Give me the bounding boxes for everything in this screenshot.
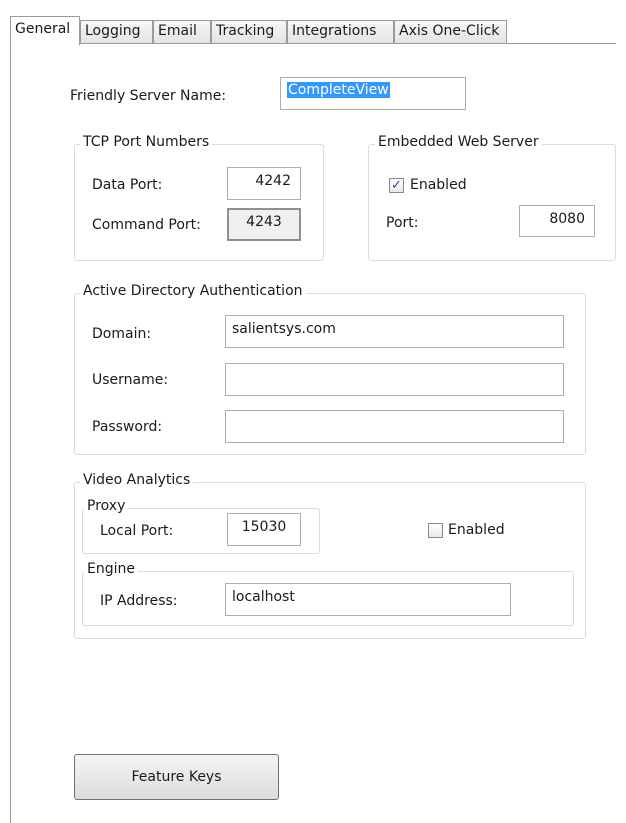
domain-label: Domain: — [92, 326, 152, 342]
tab-label: Integrations — [292, 23, 377, 39]
friendly-server-name-field[interactable]: CompleteView — [280, 77, 466, 110]
web-server-enabled-label: Enabled — [410, 177, 467, 193]
friendly-server-name-label: Friendly Server Name: — [70, 88, 227, 104]
web-server-port-label: Port: — [386, 215, 419, 231]
tab-axis-one-click[interactable]: Axis One-Click — [394, 20, 507, 44]
active-directory-title: Active Directory Authentication — [80, 283, 306, 299]
username-field[interactable] — [225, 363, 564, 396]
video-analytics-enabled-label: Enabled — [448, 522, 505, 538]
tab-label: Tracking — [216, 23, 275, 39]
command-port-label: Command Port: — [92, 217, 201, 233]
tab-logging[interactable]: Logging — [80, 20, 153, 44]
proxy-title: Proxy — [84, 498, 129, 514]
tab-general[interactable]: General — [10, 16, 80, 45]
feature-keys-button[interactable]: Feature Keys — [74, 754, 279, 800]
command-port-field: 4243 — [227, 208, 301, 241]
embedded-web-server-group — [368, 144, 616, 261]
web-server-enabled-checkbox[interactable]: ✓ — [389, 178, 404, 193]
tcp-port-numbers-group — [74, 144, 324, 261]
checkmark-icon: ✓ — [391, 178, 402, 193]
tab-label: Logging — [85, 23, 141, 39]
tab-label: General — [15, 21, 71, 37]
data-port-field[interactable]: 4242 — [227, 167, 301, 200]
video-analytics-title: Video Analytics — [80, 472, 194, 488]
ip-address-field[interactable]: localhost — [225, 583, 511, 616]
tab-label: Axis One-Click — [399, 23, 500, 39]
tcp-port-numbers-title: TCP Port Numbers — [80, 134, 213, 150]
video-analytics-enabled-checkbox[interactable] — [428, 523, 443, 538]
local-port-field[interactable]: 15030 — [227, 513, 301, 546]
data-port-label: Data Port: — [92, 177, 163, 193]
engine-title: Engine — [84, 561, 138, 577]
embedded-web-server-title: Embedded Web Server — [375, 134, 542, 150]
ip-address-label: IP Address: — [100, 593, 178, 609]
domain-field[interactable]: salientsys.com — [225, 315, 564, 348]
password-field[interactable] — [225, 410, 564, 443]
local-port-label: Local Port: — [100, 523, 174, 539]
tab-label: Email — [158, 23, 197, 39]
password-label: Password: — [92, 419, 163, 435]
username-label: Username: — [92, 372, 169, 388]
tab-email[interactable]: Email — [153, 20, 211, 44]
tab-tracking[interactable]: Tracking — [211, 20, 287, 44]
friendly-server-name-value: CompleteView — [287, 82, 390, 98]
tab-integrations[interactable]: Integrations — [287, 20, 394, 44]
web-server-port-field[interactable]: 8080 — [519, 205, 595, 237]
